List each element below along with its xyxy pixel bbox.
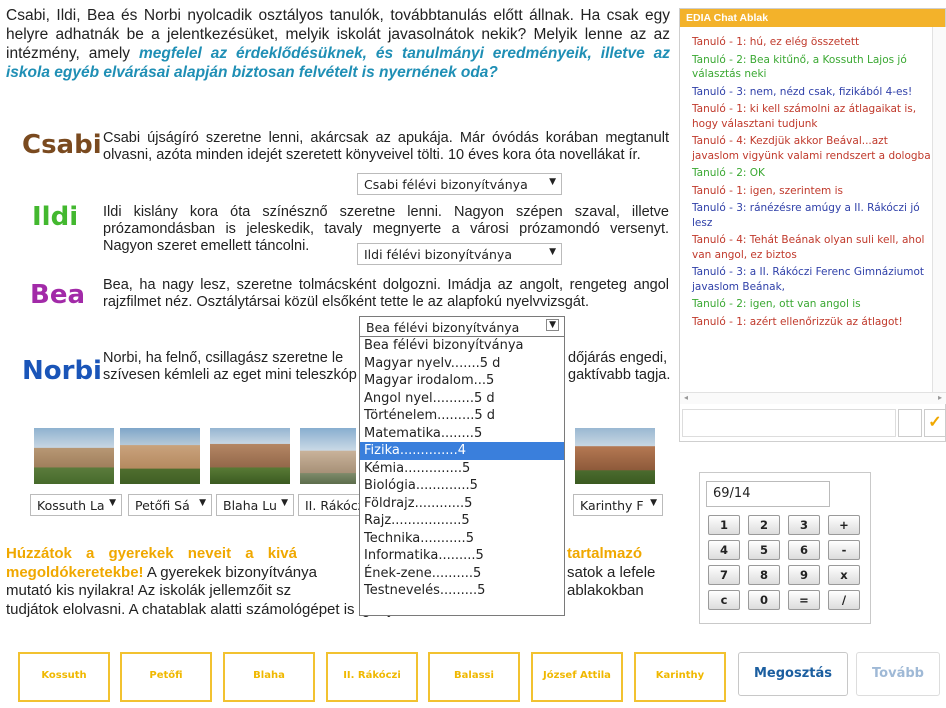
- chat-message: Tanuló - 3: nem, nézd csak, fizikából 4-…: [692, 85, 913, 98]
- dropzone-blaha[interactable]: Blaha: [223, 652, 315, 702]
- dropdown-option[interactable]: Matematika........5: [360, 425, 564, 443]
- dropzone-balassi[interactable]: Balassi: [428, 652, 520, 702]
- dropzone-kossuth[interactable]: Kossuth: [18, 652, 110, 702]
- calc-key[interactable]: x: [828, 565, 860, 585]
- chat-input[interactable]: [682, 409, 896, 437]
- calc-key[interactable]: +: [828, 515, 860, 535]
- calc-key[interactable]: -: [828, 540, 860, 560]
- chat-message: Tanuló - 4: Tehát Beának olyan suli kell…: [692, 234, 925, 261]
- dropdown-option[interactable]: Magyar irodalom...5: [360, 372, 564, 390]
- dropzone-rakoczi[interactable]: II. Rákóczi: [326, 652, 418, 702]
- calc-key[interactable]: c: [708, 590, 740, 610]
- chevron-left-icon: ◂: [684, 393, 689, 402]
- kid-name-csabi[interactable]: Csabi: [22, 130, 102, 160]
- share-button[interactable]: Megosztás: [738, 652, 848, 696]
- chevron-down-icon: ▼: [109, 498, 116, 508]
- chevron-down-icon: ▼: [281, 498, 288, 508]
- dropdown-option[interactable]: Rajz.................5: [360, 512, 564, 530]
- school-photo-kossuth: [34, 428, 114, 484]
- chat-scrollbar-vertical[interactable]: [932, 27, 946, 403]
- calc-key[interactable]: 5: [748, 540, 780, 560]
- calc-key[interactable]: 9: [788, 565, 820, 585]
- calculator-display[interactable]: 69/14: [706, 481, 830, 507]
- school-photo-karinthy: [575, 428, 655, 484]
- kid-name-ildi[interactable]: Ildi: [32, 202, 78, 232]
- kid-desc-norbi: Norbi, ha felnő, csillagász szeretne le s…: [103, 350, 357, 383]
- dropdown-option[interactable]: Ének-zene..........5: [360, 565, 564, 583]
- calc-key[interactable]: 3: [788, 515, 820, 535]
- school-photo-blaha: [210, 428, 290, 484]
- chevron-down-icon: ▼: [549, 177, 556, 187]
- chat-message: Tanuló - 3: a II. Rákóczi Ferenc Gimnázi…: [692, 266, 925, 293]
- grade-select-ildi[interactable]: Ildi félévi bizonyítványa ▼: [357, 243, 562, 265]
- calc-key[interactable]: /: [828, 590, 860, 610]
- dropdown-option[interactable]: Bea félévi bizonyítványa: [360, 337, 564, 355]
- school-photo-rakoczi: [300, 428, 356, 484]
- dropzone-jozsef-attila[interactable]: József Attila: [531, 652, 623, 702]
- calc-key[interactable]: 8: [748, 565, 780, 585]
- calc-key[interactable]: 2: [748, 515, 780, 535]
- dropdown-option-selected[interactable]: Fizika..............4: [360, 442, 564, 460]
- school-select-kossuth[interactable]: Kossuth La ▼: [30, 494, 122, 516]
- dropdown-option[interactable]: Angol nyel..........5 d: [360, 390, 564, 408]
- dropdown-option[interactable]: Informatika.........5: [360, 547, 564, 565]
- chat-message: Tanuló - 2: igen, ott van angol is: [692, 298, 861, 310]
- school-select-petofi[interactable]: Petőfi Sá ▼: [128, 494, 212, 516]
- dropdown-option[interactable]: Biológia.............5: [360, 477, 564, 495]
- chat-message: Tanuló - 3: ránézésre amúgy a II. Rákócz…: [692, 202, 920, 229]
- dropdown-option[interactable]: Testnevelés.........5: [360, 582, 564, 600]
- task-text-right: tartalmazó satok a lefele ablakokban: [567, 545, 656, 599]
- chat-title: EDIA Chat Ablak: [680, 9, 945, 27]
- checkmark-icon[interactable]: ✓: [924, 409, 946, 437]
- chat-message: Tanuló - 1: igen, szerintem is: [692, 184, 844, 197]
- calc-key[interactable]: 1: [708, 515, 740, 535]
- chat-scrollbar-horizontal[interactable]: ◂ ▸: [680, 392, 946, 404]
- kid-name-norbi[interactable]: Norbi: [22, 356, 102, 386]
- task-text-left: Húzzátok a gyerekek neveit a kivá megold…: [6, 545, 317, 599]
- kid-name-bea[interactable]: Bea: [30, 280, 85, 310]
- task-text-last: tudjátok elolvasni. A chatablak alatti s…: [6, 601, 566, 618]
- dropzone-petofi[interactable]: Petőfi: [120, 652, 212, 702]
- kid-desc-bea: Bea, ha nagy lesz, szeretne tolmácsként …: [103, 277, 669, 310]
- grade-select-bea[interactable]: Bea félévi bizonyítványa ▼: [359, 316, 565, 338]
- chat-extra-button[interactable]: [898, 409, 922, 437]
- chevron-down-icon: ▼: [199, 498, 206, 508]
- chat-message: Tanuló - 2: Bea kitűnő, a Kossuth Lajos …: [692, 53, 907, 81]
- chevron-right-icon: ▸: [937, 393, 942, 402]
- dropzone-karinthy[interactable]: Karinthy: [634, 652, 726, 702]
- calc-key[interactable]: 7: [708, 565, 740, 585]
- chat-message: Tanuló - 2: OK: [692, 167, 765, 179]
- chevron-down-icon: ▼: [546, 319, 559, 331]
- dropdown-option[interactable]: Magyar nyelv.......5 d: [360, 355, 564, 373]
- kid-desc-norbi-end: dőjárás engedi, gaktívabb tagja.: [568, 350, 671, 383]
- chat-messages: Tanuló - 1: hú, ez elég összetett Tanuló …: [680, 35, 932, 395]
- grade-dropdown-list[interactable]: Bea félévi bizonyítványa Magyar nyelv...…: [359, 336, 565, 616]
- chat-message: Tanuló - 1: hú, ez elég összetett: [692, 36, 860, 48]
- calc-key[interactable]: 0: [748, 590, 780, 610]
- chevron-down-icon: ▼: [549, 247, 556, 257]
- chat-message: Tanuló - 1: ki kell számolni az átlagaik…: [692, 103, 917, 130]
- chat-window: EDIA Chat Ablak Tanuló - 1: hú, ez elég …: [679, 8, 946, 442]
- school-select-blaha[interactable]: Blaha Lu ▼: [216, 494, 294, 516]
- school-select-rakoczi[interactable]: II. Rákócz: [298, 494, 360, 516]
- dropdown-option[interactable]: Kémia..............5: [360, 460, 564, 478]
- dropdown-option[interactable]: Földrajz............5: [360, 495, 564, 513]
- calc-key[interactable]: 4: [708, 540, 740, 560]
- school-photo-petofi: [120, 428, 200, 484]
- chat-message: Tanuló - 1: azért ellenőrizzük az átlago…: [692, 315, 903, 328]
- intro-text: Csabi, Ildi, Bea és Norbi nyolcadik oszt…: [6, 6, 670, 82]
- chevron-down-icon: ▼: [650, 498, 657, 508]
- next-button[interactable]: Tovább: [856, 652, 940, 696]
- dropdown-option[interactable]: Technika...........5: [360, 530, 564, 548]
- kid-desc-csabi: Csabi újságíró szeretne lenni, akárcsak …: [103, 130, 669, 163]
- calc-key[interactable]: 6: [788, 540, 820, 560]
- school-select-karinthy[interactable]: Karinthy F ▼: [573, 494, 663, 516]
- dropdown-option[interactable]: Történelem.........5 d: [360, 407, 564, 425]
- chat-message: Tanuló - 4: Kezdjük akkor Beával...azt j…: [692, 135, 931, 162]
- calc-key[interactable]: =: [788, 590, 820, 610]
- grade-select-csabi[interactable]: Csabi félévi bizonyítványa ▼: [357, 173, 562, 195]
- calculator: 69/14 1 2 3 +4 5 6- 7 8 9 x c 0 = /: [699, 472, 871, 624]
